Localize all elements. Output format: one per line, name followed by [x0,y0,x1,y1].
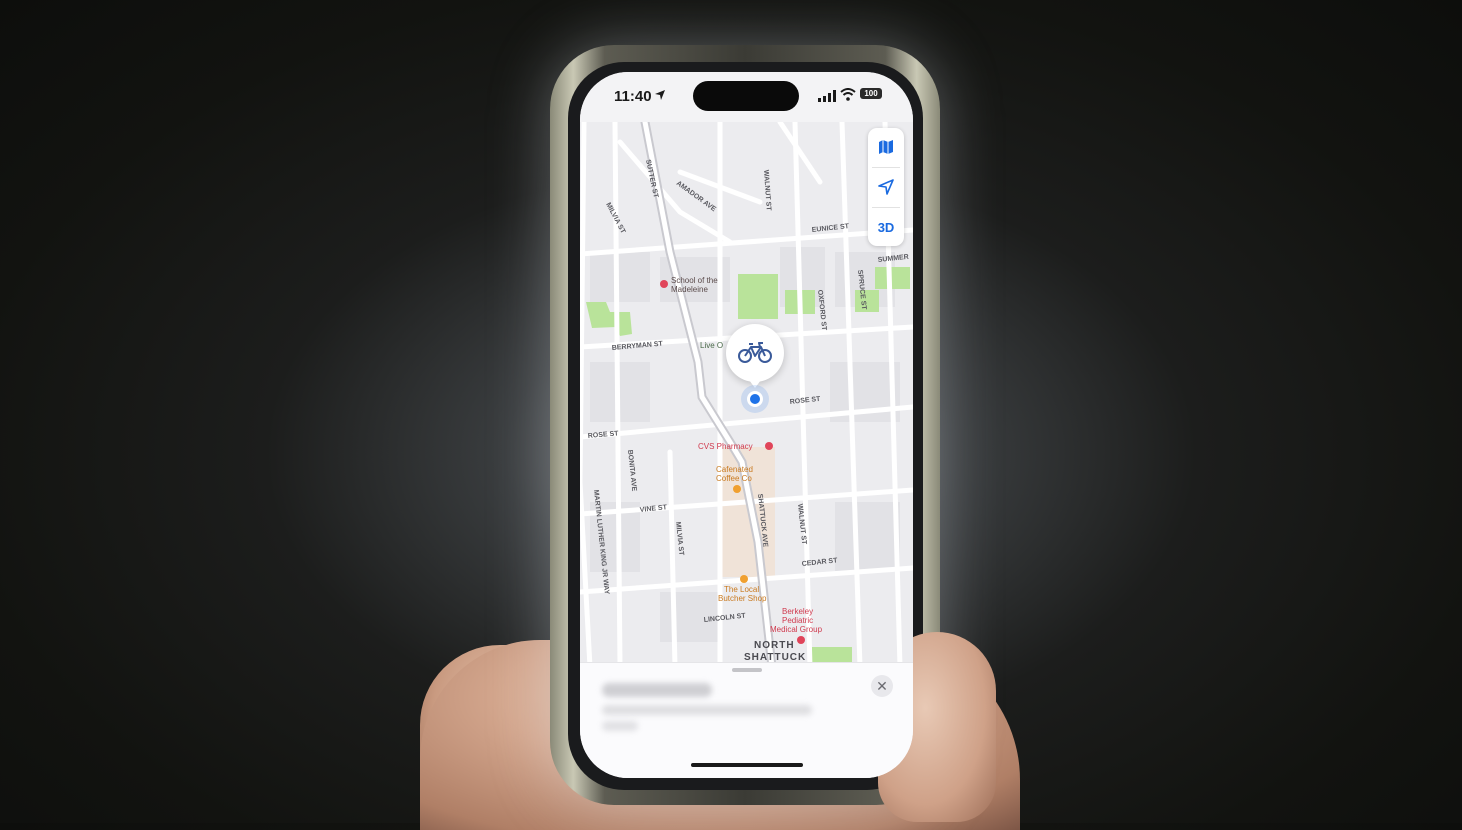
map-icon [879,140,893,154]
poi-cafe-line1[interactable]: Cafenated [716,465,753,474]
poi-berkeley-line1[interactable]: Berkeley [782,607,813,616]
status-bar: 11:40 100 [580,72,913,122]
user-location-dot[interactable] [747,391,763,407]
butcher-pin-icon[interactable] [740,575,748,583]
poi-cvs[interactable]: CVS Pharmacy [698,442,753,451]
sheet-detail-redacted [602,721,638,731]
phone-screen: 11:40 100 SUTTER ST AMADOR AVE MILVIA ST… [580,72,913,778]
sheet-title-redacted [602,683,712,697]
cellular-signal-icon [818,90,836,102]
neighborhood-line1: NORTH [754,640,795,651]
map-controls-panel: 3D [868,128,904,246]
map-view[interactable]: SUTTER ST AMADOR AVE MILVIA ST WALNUT ST… [580,122,913,667]
school-pin-icon[interactable] [660,280,668,288]
medical-pin-icon[interactable] [797,636,805,644]
poi-butcher-line2[interactable]: Butcher Shop [718,594,767,603]
sheet-subtitle-redacted [602,705,812,715]
pin-pointer [746,376,764,388]
current-location-button[interactable] [868,168,904,206]
3d-view-button[interactable]: 3D [868,208,904,246]
close-icon[interactable]: ✕ [871,675,893,697]
sheet-grabber[interactable] [732,668,762,672]
poi-berkeley-line3[interactable]: Medical Group [770,625,823,634]
status-time: 11:40 [614,88,652,105]
cafe-pin-icon[interactable] [733,485,741,493]
poi-school-line2[interactable]: Madeleine [671,285,708,294]
poi-cafe-line2[interactable]: Coffee Co [716,474,752,483]
battery-indicator: 100 [860,88,882,99]
poi-school-line1[interactable]: School of the [671,276,718,285]
wifi-icon [840,88,856,101]
location-arrow-icon [878,179,894,195]
map-mode-button[interactable] [868,128,904,166]
bicycle-icon [738,342,772,363]
poi-butcher-line1[interactable]: The Local [724,585,759,594]
location-services-icon [655,90,665,100]
home-indicator[interactable] [691,763,803,767]
cvs-pin-icon[interactable] [765,442,773,450]
bottom-sheet[interactable]: ✕ [580,662,913,778]
poi-live-oak[interactable]: Live O [700,341,723,350]
dynamic-island [693,81,799,111]
parked-bike-pin[interactable] [726,324,784,382]
poi-berkeley-line2[interactable]: Pediatric [782,616,813,625]
